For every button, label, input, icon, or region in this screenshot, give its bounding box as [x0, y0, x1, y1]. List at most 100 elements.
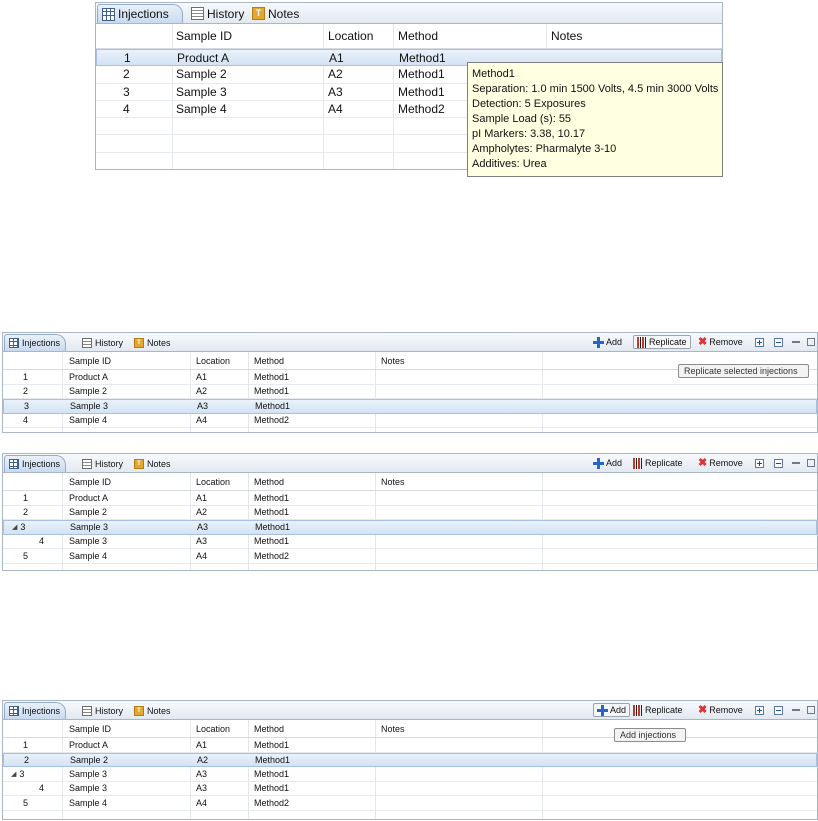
method-cell: Method1 — [254, 386, 290, 397]
injections-table: Sample ID Location Method Notes 1 Product A A1… — [2, 473, 818, 571]
remove-button[interactable]: ✖ Remove — [698, 454, 743, 472]
location-cell: A4 — [196, 550, 208, 561]
maximize-button[interactable] — [807, 333, 815, 351]
replicate-label: Replicate — [649, 337, 687, 347]
tab-label: History — [207, 6, 245, 21]
remove-label: Remove — [709, 705, 743, 715]
row-number: 4 — [39, 536, 45, 547]
table-row[interactable]: 2 Sample 2 A2 Method1 — [3, 385, 817, 399]
table-row[interactable]: 1 Product A A1 Method1 — [3, 738, 817, 753]
expand-all-button[interactable] — [755, 454, 764, 472]
header-notes[interactable]: Notes — [551, 24, 582, 48]
header-method[interactable]: Method — [398, 24, 438, 48]
maximize-button[interactable] — [807, 701, 815, 719]
add-label: Add — [606, 458, 623, 468]
table-row[interactable]: 5 Sample 4 A4 Method2 — [3, 796, 817, 811]
tab-notes[interactable]: T Notes — [130, 702, 176, 719]
sample-id-cell: Product A — [69, 739, 109, 750]
minimize-button[interactable] — [792, 701, 800, 719]
collapse-all-button[interactable] — [774, 701, 783, 719]
notes-icon: T — [252, 7, 265, 20]
maximize-icon — [807, 338, 815, 346]
history-icon — [82, 458, 92, 469]
header-location[interactable]: Location — [196, 473, 230, 490]
header-method[interactable]: Method — [254, 352, 284, 369]
tab-injections[interactable]: Injections — [4, 334, 66, 351]
sample-id-cell: Sample 2 — [69, 386, 108, 397]
table-row[interactable]: 1 Product A A1 Method1 — [3, 491, 817, 506]
header-sample-id[interactable]: Sample ID — [69, 473, 111, 490]
table-row[interactable]: 4 Sample 3 A3 Method1 — [3, 535, 817, 549]
method-cell: Method1 — [255, 754, 291, 765]
header-sample-id[interactable]: Sample ID — [69, 352, 111, 369]
expand-all-button[interactable] — [755, 701, 764, 719]
location-cell: A3 — [328, 84, 343, 99]
collapse-all-button[interactable] — [774, 333, 783, 351]
tab-injections[interactable]: Injections — [4, 702, 66, 719]
table-row[interactable]: 2 Sample 2 A2 Method1 — [3, 506, 817, 520]
minimize-button[interactable] — [792, 333, 800, 351]
expanded-triangle-icon[interactable]: ◢ — [12, 523, 17, 531]
remove-label: Remove — [709, 337, 743, 347]
minimize-button[interactable] — [792, 454, 800, 472]
tab-notes[interactable]: T Notes — [248, 4, 304, 23]
table-header: Sample ID Location Method Notes — [3, 720, 817, 738]
header-location[interactable]: Location — [328, 24, 373, 48]
table-row[interactable]: ◢ 3 Sample 3 A3 Method1 — [3, 767, 817, 782]
history-icon — [191, 7, 204, 20]
header-sample-id[interactable]: Sample ID — [69, 720, 111, 737]
add-button[interactable]: Add — [593, 703, 631, 717]
sample-id-cell: Sample 4 — [176, 102, 227, 117]
remove-button[interactable]: ✖ Remove — [698, 701, 743, 719]
table-row[interactable]: 4 Sample 4 A4 Method2 — [3, 414, 817, 428]
replicate-button[interactable]: Replicate — [633, 454, 683, 472]
injections-table: Sample ID Location Method Notes 1 Product A A1… — [2, 720, 818, 820]
row-number: 4 — [39, 783, 45, 794]
tab-injections[interactable]: Injections — [97, 4, 183, 23]
replicate-button[interactable]: Replicate — [633, 335, 691, 349]
collapse-all-icon — [774, 337, 783, 347]
table-row[interactable]: 4 Sample 3 A3 Method1 — [3, 782, 817, 796]
header-notes[interactable]: Notes — [381, 352, 405, 369]
method-cell: Method2 — [398, 102, 445, 117]
header-location[interactable]: Location — [196, 720, 230, 737]
table-row[interactable]: ◢ 3 Sample 3 A3 Method1 — [3, 520, 817, 535]
tab-label: Injections — [22, 338, 61, 348]
tab-notes[interactable]: T Notes — [130, 334, 176, 351]
row-number-cell: ◢ 3 — [12, 521, 25, 534]
header-method[interactable]: Method — [254, 720, 284, 737]
method-cell: Method1 — [255, 522, 291, 533]
expanded-triangle-icon[interactable]: ◢ — [11, 770, 16, 778]
replicate-button[interactable]: Replicate — [633, 701, 683, 719]
header-notes[interactable]: Notes — [381, 473, 405, 490]
header-notes[interactable]: Notes — [381, 720, 405, 737]
header-method[interactable]: Method — [254, 473, 284, 490]
add-label: Add — [606, 337, 623, 347]
tab-notes[interactable]: T Notes — [130, 455, 176, 472]
add-button[interactable]: Add — [593, 333, 622, 351]
table-row[interactable]: 5 Sample 4 A4 Method2 — [3, 549, 817, 564]
header-sample-id[interactable]: Sample ID — [176, 24, 232, 48]
header-location[interactable]: Location — [196, 352, 230, 369]
expand-all-button[interactable] — [755, 333, 764, 351]
tab-history[interactable]: History — [78, 455, 128, 472]
location-cell: A4 — [196, 797, 208, 808]
row-number-cell: 1 — [23, 491, 28, 505]
sample-id-cell: Sample 2 — [176, 67, 227, 82]
add-button[interactable]: Add — [593, 454, 622, 472]
method-cell: Method2 — [254, 550, 290, 561]
grid-table-icon — [102, 7, 115, 21]
add-tooltip: Add injections — [614, 728, 686, 742]
table-row[interactable]: 2 Sample 2 A2 Method1 — [3, 752, 817, 767]
table-row[interactable]: 3 Sample 3 A3 Method1 — [3, 399, 817, 414]
location-cell: A3 — [197, 522, 209, 533]
tab-history[interactable]: History — [187, 4, 245, 23]
method-tooltip: Method1 Separation: 1.0 min 1500 Volts, 4… — [467, 62, 724, 177]
tab-label: Notes — [147, 337, 171, 348]
collapse-all-button[interactable] — [774, 454, 783, 472]
tab-history[interactable]: History — [78, 334, 128, 351]
maximize-button[interactable] — [807, 454, 815, 472]
tab-history[interactable]: History — [78, 702, 128, 719]
remove-button[interactable]: ✖ Remove — [698, 333, 743, 351]
tab-injections[interactable]: Injections — [4, 455, 66, 472]
